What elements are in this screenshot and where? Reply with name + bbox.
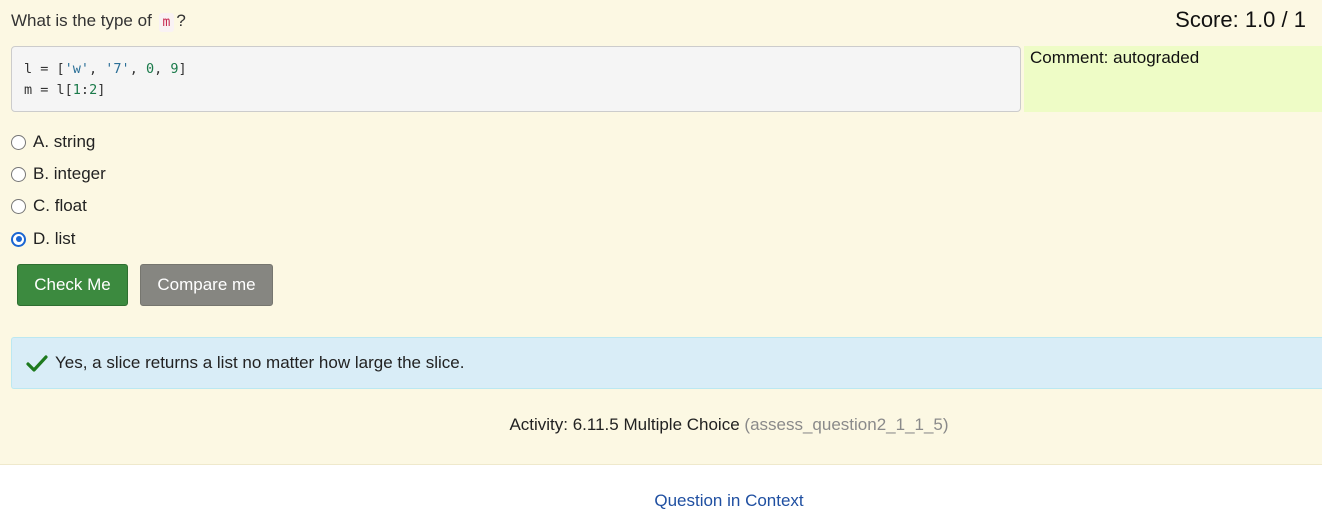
question-suffix: ? (176, 11, 186, 30)
question-prefix: What is the type of (11, 11, 152, 30)
code-line-1: l = ['w', '7', 0, 9] (24, 61, 187, 77)
choice-label: A. string (33, 132, 96, 151)
context-link-text[interactable]: Question in Context (654, 491, 803, 510)
question-in-context-link[interactable]: Question in Context (0, 490, 1322, 512)
feedback-alert: Yes, a slice returns a list no matter ho… (11, 337, 1322, 389)
choice-label: C. float (33, 196, 87, 215)
check-me-button[interactable]: Check Me (17, 264, 128, 306)
radio-button[interactable] (11, 198, 26, 214)
choice-b[interactable]: B. integer (11, 163, 106, 185)
radio-button-selected[interactable] (11, 231, 26, 247)
comment-text: Comment: autograded (1030, 48, 1200, 67)
code-line-2: m = l[1:2] (24, 82, 106, 98)
question-code: m (158, 13, 175, 32)
score-display: Score: 1.0 / 1 (1175, 7, 1306, 32)
compare-me-button[interactable]: Compare me (140, 264, 273, 306)
code-block: l = ['w', '7', 0, 9] m = l[1:2] (11, 46, 1021, 112)
choice-d[interactable]: D. list (11, 228, 76, 250)
question-text: What is the type of m? (11, 10, 186, 34)
radio-button[interactable] (11, 134, 26, 150)
choice-c[interactable]: C. float (11, 195, 87, 217)
radio-button[interactable] (11, 166, 26, 182)
choice-label: D. list (33, 229, 76, 248)
feedback-text: Yes, a slice returns a list no matter ho… (55, 353, 465, 372)
activity-id: (assess_question2_1_1_5) (744, 415, 949, 434)
activity-info: Activity: 6.11.5 Multiple Choice (assess… (0, 414, 1322, 436)
activity-label: Activity: 6.11.5 Multiple Choice (509, 415, 740, 434)
comment-box: Comment: autograded (1024, 46, 1322, 112)
question-panel: What is the type of m? Score: 1.0 / 1 l … (0, 0, 1322, 465)
checkmark-icon (26, 355, 48, 372)
choice-a[interactable]: A. string (11, 131, 95, 153)
choice-label: B. integer (33, 164, 106, 183)
